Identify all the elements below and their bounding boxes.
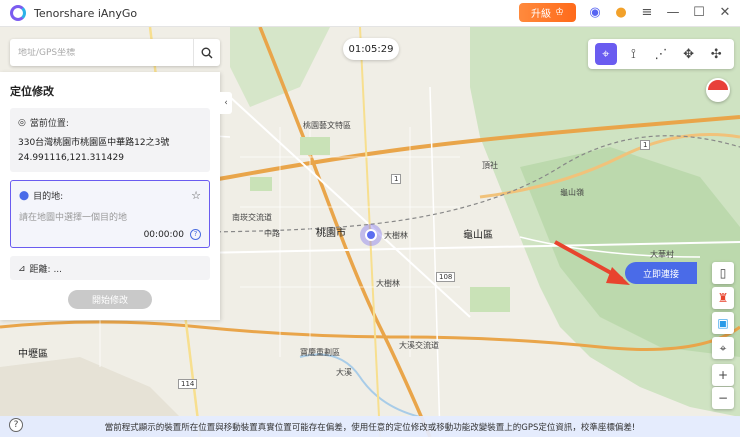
status-bar: 當前程式顯示的裝置所在位置與移動裝置真實位置可能存在偏差，使用任意的定位修改或移… <box>0 416 740 437</box>
chevron-left-icon: ‹ <box>224 98 228 108</box>
road-badge: 108 <box>436 272 456 282</box>
search-button[interactable] <box>193 39 220 66</box>
two-spot-mode-button[interactable]: ⟟ <box>622 43 644 65</box>
tshirt-icon: ♜ <box>717 291 729 305</box>
tshirt-button[interactable]: ♜ <box>712 287 734 309</box>
start-modify-button[interactable]: 開始修改 <box>68 290 152 309</box>
map-label-daxi: 大溪 <box>336 368 352 377</box>
discord-icon[interactable]: ◉ <box>588 5 602 20</box>
map-label-zhongpu: 中路 <box>264 229 280 238</box>
destination-time: 00:00:00 <box>143 229 184 240</box>
minus-icon: − <box>717 391 729 405</box>
session-timer: 01:05:29 <box>343 38 399 60</box>
joystick-mode-button[interactable]: ✥ <box>678 43 700 65</box>
map-label-art-village: 桃園藝文特區 <box>303 121 351 130</box>
destination-card[interactable]: ⬤ 目的地: ☆ 請在地圖中選擇一個目的地 00:00:00 ? <box>10 180 210 248</box>
phone-icon: ▯ <box>719 266 727 280</box>
destination-placeholder: 請在地圖中選擇一個目的地 <box>19 213 128 223</box>
road-badge: 114 <box>178 379 198 389</box>
user-icon[interactable]: ● <box>614 5 628 20</box>
search-box <box>10 39 220 66</box>
map-label-taoyuan-city: 桃園市 <box>316 228 346 239</box>
map-label-guiling: 龜山嶺 <box>560 188 584 197</box>
zoom-in-button[interactable]: + <box>712 364 734 386</box>
road-badge: 1 <box>391 174 402 184</box>
map-label-huajia: 大華村 <box>650 250 674 259</box>
location-panel: 定位修改 ◎ 當前位置: 330台灣桃園市桃園區中華路12之3號 24.9911… <box>0 72 220 320</box>
two-spot-route-icon: ⟟ <box>630 46 636 62</box>
app-logo-icon <box>10 5 26 21</box>
distance-card: ⊿ 距離: ... <box>10 256 210 280</box>
search-icon <box>201 47 213 58</box>
crosshair-icon: ⌖ <box>719 340 727 355</box>
target-icon: ◎ <box>18 117 26 128</box>
move-arrows-icon: ✣ <box>710 46 722 62</box>
favorite-star-icon[interactable]: ☆ <box>191 189 201 202</box>
locate-me-button[interactable]: ⌖ <box>712 337 734 359</box>
box-icon: ▣ <box>717 316 729 330</box>
upgrade-label: 升級 <box>531 9 552 20</box>
map-label-dashulin2: 大樹林 <box>376 279 400 288</box>
search-input[interactable] <box>10 47 193 58</box>
map-label-zhongli: 中壢區 <box>18 349 48 360</box>
multi-spot-mode-button[interactable]: ⋰ <box>650 43 672 65</box>
title-bar-controls: 升級 ♔ ◉ ● ≡ — ☐ ✕ <box>519 3 732 22</box>
pokeball-icon[interactable] <box>706 78 730 102</box>
distance-row: ⊿ 距離: ... <box>18 262 63 276</box>
joystick-icon: ✥ <box>683 46 695 62</box>
status-message: 當前程式顯示的裝置所在位置與移動裝置真實位置可能存在偏差，使用任意的定位修改或移… <box>104 422 636 433</box>
minimize-icon[interactable]: — <box>666 5 680 20</box>
teleport-mode-button[interactable]: ⌖ <box>594 43 617 65</box>
device-button[interactable]: ▯ <box>712 262 734 284</box>
destination-time-row: 00:00:00 ? <box>144 229 201 240</box>
current-coordinates: 24.991116,121.311429 <box>18 153 124 163</box>
mode-toolbar: ⌖ ⟟ ⋰ ✥ ✣ <box>588 39 734 69</box>
menu-icon[interactable]: ≡ <box>640 5 654 20</box>
connect-now-button[interactable]: 立即連接 <box>625 262 697 284</box>
plus-icon: + <box>717 368 729 382</box>
panel-title: 定位修改 <box>10 85 54 98</box>
current-location-header: ◎ 當前位置: <box>18 116 69 130</box>
teleport-pin-icon: ⌖ <box>602 46 610 62</box>
current-address: 330台灣桃園市桃園區中華路12之3號 <box>18 138 170 148</box>
move-mode-button[interactable]: ✣ <box>705 43 727 65</box>
history-button[interactable]: ▣ <box>712 312 734 334</box>
question-icon[interactable]: ? <box>9 418 23 432</box>
distance-label: 距離: ... <box>29 265 63 275</box>
collapse-panel-button[interactable]: ‹ <box>220 92 232 114</box>
zoom-out-button[interactable]: − <box>712 387 734 409</box>
map-label-daxi-interchange: 大溪交流道 <box>399 341 439 350</box>
upgrade-button[interactable]: 升級 ♔ <box>519 3 576 22</box>
maximize-icon[interactable]: ☐ <box>692 5 706 20</box>
current-location-label: 當前位置: <box>29 119 69 129</box>
map-label-baoqing: 寶慶重劃區 <box>300 348 340 357</box>
destination-label: 目的地: <box>33 192 64 202</box>
location-dot <box>365 229 377 241</box>
road-badge: 1 <box>640 140 651 150</box>
close-icon[interactable]: ✕ <box>718 5 732 20</box>
multi-spot-route-icon: ⋰ <box>654 46 668 62</box>
help-icon[interactable]: ? <box>190 229 201 240</box>
map-label-dashulin: 大樹林 <box>384 231 408 240</box>
current-location-card: ◎ 當前位置: 330台灣桃園市桃園區中華路12之3號 24.991116,12… <box>10 108 210 172</box>
title-bar: Tenorshare iAnyGo 升級 ♔ ◉ ● ≡ — ☐ ✕ <box>0 0 740 27</box>
map-label-dingpu: 頂社 <box>482 161 498 170</box>
app-title: Tenorshare iAnyGo <box>34 6 138 20</box>
ruler-icon: ⊿ <box>18 263 26 274</box>
destination-header: ⬤ 目的地: <box>19 189 64 203</box>
map-pin-icon: ⬤ <box>19 190 30 201</box>
crown-icon: ♔ <box>555 7 564 18</box>
map-label-guishan: 龜山區 <box>463 230 493 241</box>
current-location-marker <box>360 224 382 246</box>
map-label-nankan: 南崁交流道 <box>232 213 272 222</box>
